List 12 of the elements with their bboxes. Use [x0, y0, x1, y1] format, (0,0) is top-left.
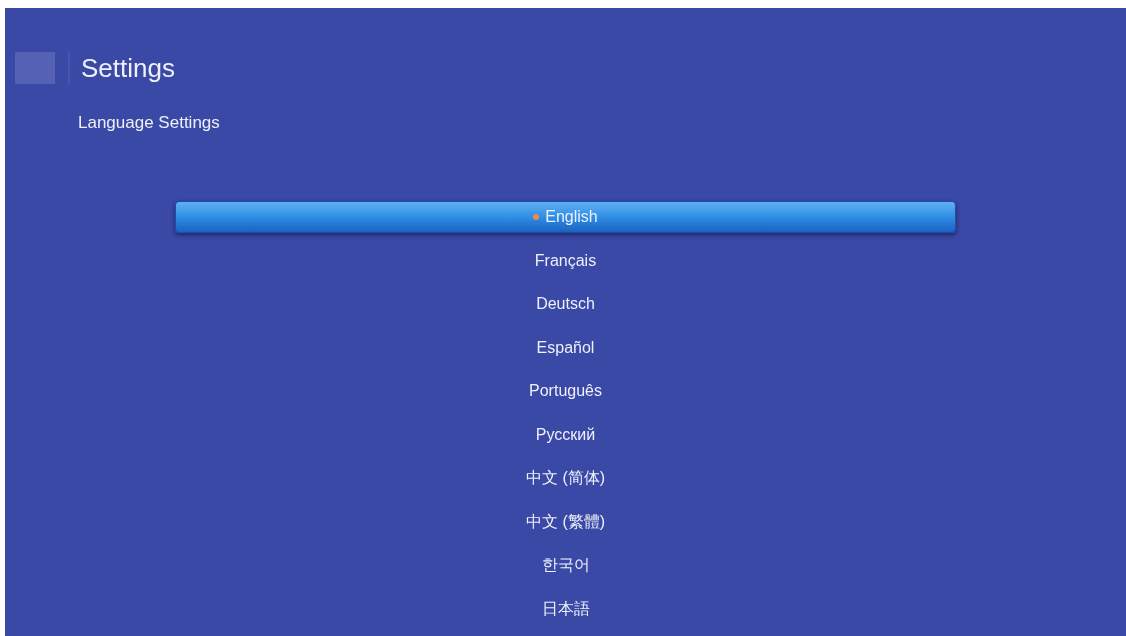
page-title: Settings [81, 51, 175, 85]
section-title: Language Settings [78, 112, 220, 134]
language-item[interactable]: 한국어 [175, 549, 956, 582]
language-item[interactable]: Deutsch [175, 288, 956, 321]
logo-placeholder [15, 52, 55, 84]
language-item[interactable]: Português [175, 375, 956, 408]
language-item[interactable]: Español [175, 331, 956, 364]
language-item[interactable]: Русский [175, 418, 956, 451]
language-item[interactable]: 中文 (简体) [175, 462, 956, 495]
language-item[interactable]: 中文 (繁體) [175, 505, 956, 538]
language-item[interactable]: 日本語 [175, 592, 956, 625]
language-item[interactable]: Français [175, 244, 956, 277]
